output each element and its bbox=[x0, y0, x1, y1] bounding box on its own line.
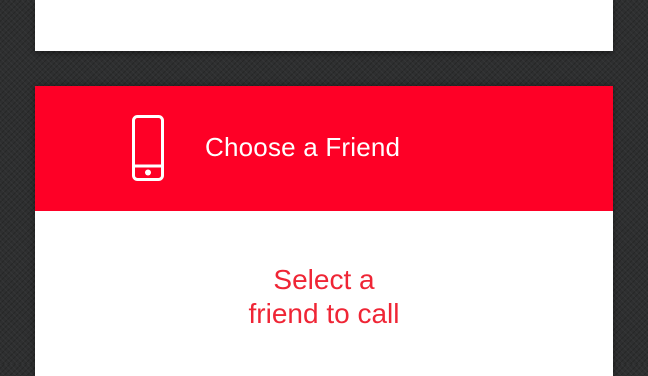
choose-friend-card: Choose a Friend Select a friend to call bbox=[35, 86, 613, 376]
choose-friend-button[interactable]: Choose a Friend bbox=[35, 86, 613, 211]
prompt-line-2: friend to call bbox=[248, 298, 400, 329]
card-body: Select a friend to call bbox=[35, 211, 613, 376]
header-title: Choose a Friend bbox=[205, 132, 401, 162]
select-friend-prompt: Select a friend to call bbox=[35, 263, 613, 331]
prompt-line-1: Select a bbox=[273, 264, 375, 295]
phone-icon bbox=[132, 115, 164, 181]
previous-card bbox=[35, 0, 613, 51]
